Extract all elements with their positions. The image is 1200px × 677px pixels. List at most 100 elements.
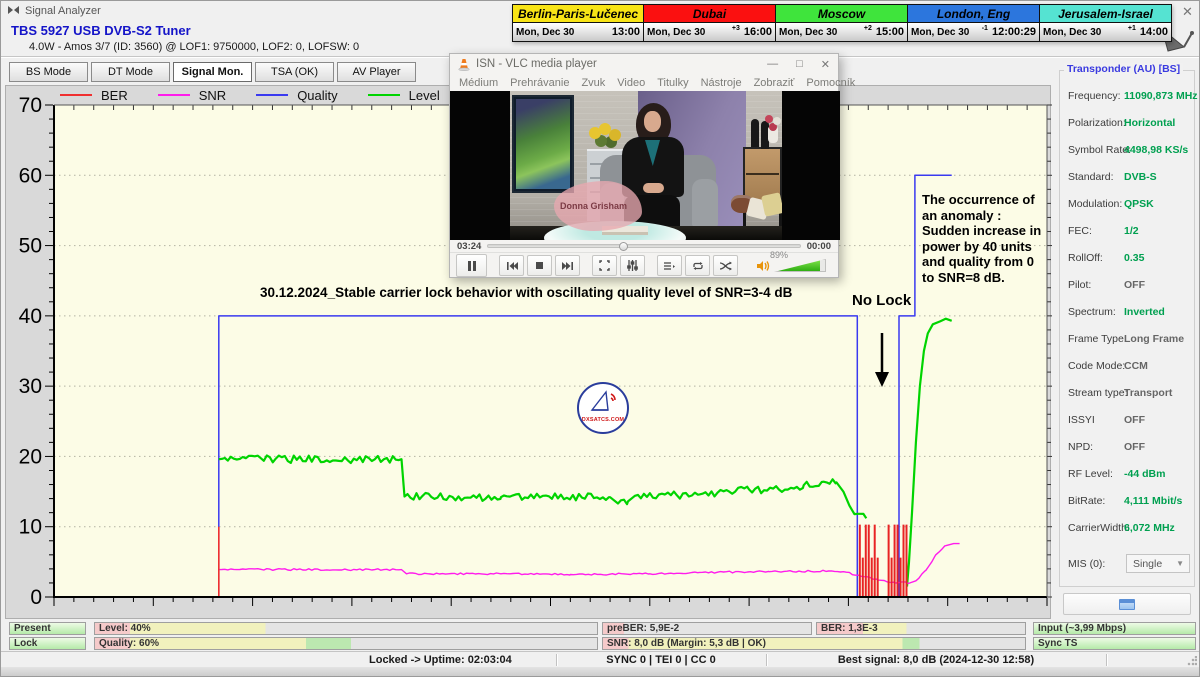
field-label: Modulation: [1068,198,1122,210]
field-label: Pilot: [1068,279,1091,291]
vlc-menu-subtitles[interactable]: Titulky [657,77,688,89]
close-icon[interactable]: ✕ [1182,7,1193,17]
field-value: -44 dBm [1124,468,1165,480]
transponder-field-rflevel: RF Level:-44 dBm [1068,468,1192,480]
y-tick-label: 50 [19,235,42,258]
pause-button[interactable] [456,254,487,277]
tab-bs-mode[interactable]: BS Mode [9,62,88,82]
field-label: Frame Type: [1068,333,1127,345]
clock-dubai: Dubai Mon, Dec 30+316:00 [644,4,776,42]
resize-grip[interactable] [1187,656,1197,666]
loop-button[interactable] [685,255,710,276]
field-label: BitRate: [1068,495,1105,507]
field-value: Horizontal [1124,117,1175,129]
vlc-close-icon[interactable]: ✕ [821,58,830,71]
tab-tsa[interactable]: TSA (OK) [255,62,334,82]
vlc-seek-bar[interactable] [487,244,800,248]
transponder-field-polarization: Polarization:Horizontal [1068,117,1192,129]
vlc-menu-playback[interactable]: Prehrávanie [510,77,569,89]
scene-vase [768,127,778,143]
clock-name: London, Eng [908,5,1039,23]
transponder-field-pilot: Pilot:OFF [1068,279,1192,291]
y-tick-label: 0 [30,586,42,609]
y-tick-label: 40 [19,305,42,328]
vlc-minimize-icon[interactable]: — [767,58,778,70]
scene-tv-image [516,99,570,189]
clock-time: 12:00:29 [992,26,1036,38]
vlc-menu-help[interactable]: Pomocník [806,77,855,89]
chevron-down-icon: ▼ [1176,559,1184,568]
vlc-menu-medium[interactable]: Médium [459,77,498,89]
field-value: 0.35 [1124,252,1144,264]
tab-signal-mon[interactable]: Signal Mon. [173,62,252,82]
status-separator [1106,654,1107,666]
field-label: NPD: [1068,441,1093,453]
shuffle-button[interactable] [713,255,738,276]
transponder-field-spectrum: Spectrum:Inverted [1068,306,1192,318]
input-indicator: Input (~3,99 Mbps) [1033,622,1196,635]
tuner-name: TBS 5927 USB DVB-S2 Tuner [11,23,191,38]
field-value: Transport [1124,387,1172,399]
scene-console-drawer-line [746,173,779,175]
vlc-titlebar[interactable]: ISN - VLC media player — □ ✕ [450,54,838,74]
vlc-title: ISN - VLC media player [476,58,597,70]
clock-time: 15:00 [876,26,904,38]
app-icon [7,5,20,16]
field-value: 6,072 MHz [1124,522,1175,534]
clock-time: 14:00 [1140,26,1168,38]
clock-date: Mon, Dec 30 [1043,27,1101,38]
tab-av-player[interactable]: AV Player [337,62,416,82]
vlc-video-area[interactable]: Donna Grisham [450,91,840,240]
volume-icon[interactable] [757,260,770,272]
stop-button[interactable] [527,255,552,276]
snr-meter: SNR: 8,0 dB (Margin: 5,3 dB | OK) [602,637,1026,650]
extended-settings-button[interactable] [620,255,645,276]
sync-ts-indicator: Sync TS [1033,637,1196,650]
fullscreen-button[interactable] [592,255,617,276]
transponder-panel: Transponder (AU) [BS] Frequency:11090,87… [1057,61,1198,619]
tab-dt-mode[interactable]: DT Mode [91,62,170,82]
mis-dropdown[interactable]: Single ▼ [1126,554,1190,573]
scene-caption: Donna Grisham [560,201,627,211]
vlc-window: ISN - VLC media player — □ ✕ Médium Preh… [449,53,839,278]
previous-button[interactable] [499,255,524,276]
logo-dish-icon [589,390,619,414]
vlc-seek-knob[interactable] [619,242,628,251]
vlc-menu-video[interactable]: Video [617,77,645,89]
field-value: Long Frame [1124,333,1184,345]
status-sync-counters: SYNC 0 | TEI 0 | CC 0 [556,654,766,666]
vlc-time-total: 00:00 [807,241,831,252]
legend-snr-label: SNR [199,88,226,103]
vlc-menu-view[interactable]: Zobraziť [754,77,795,89]
y-tick-label: 20 [19,445,42,468]
field-label: Spectrum: [1068,306,1116,318]
mis-value: Single [1133,558,1162,570]
tuner-details: 4.0W - Amos 3/7 (ID: 3560) @ LOF1: 97500… [29,41,359,53]
vlc-menu-audio[interactable]: Zvuk [581,77,605,89]
field-label: ISSYI [1068,414,1095,426]
vlc-maximize-icon[interactable]: □ [796,58,803,70]
vlc-time-elapsed: 03:24 [457,241,481,252]
transponder-field-fec: FEC:1/2 [1068,225,1192,237]
clock-date: Mon, Dec 30 [779,27,837,38]
clock-time: 16:00 [744,26,772,38]
vlc-menu-tools[interactable]: Nástroje [701,77,742,89]
transponder-field-streamtype: Stream type:Transport [1068,387,1192,399]
field-value: OFF [1124,414,1145,426]
legend-snr-swatch [158,94,190,96]
y-tick-label: 10 [19,516,42,539]
mode-tabs: BS Mode DT Mode Signal Mon. TSA (OK) AV … [9,62,416,82]
playlist-button[interactable] [657,255,682,276]
field-label: Symbol Rate: [1068,144,1131,156]
volume-slider[interactable] [774,259,826,272]
field-label: Frequency: [1068,90,1121,102]
transponder-field-issyi: ISSYI OFF [1068,414,1192,426]
transponder-list-button[interactable] [1063,593,1191,615]
clock-time: 13:00 [612,26,640,38]
clock-offset: +1 [1128,25,1136,32]
transponder-field-modulation: Modulation:QPSK [1068,198,1192,210]
clock-name: Dubai [644,5,775,23]
transponder-field-npd: NPD:OFF [1068,441,1192,453]
clock-date: Mon, Dec 30 [516,27,574,38]
next-button[interactable] [555,255,580,276]
